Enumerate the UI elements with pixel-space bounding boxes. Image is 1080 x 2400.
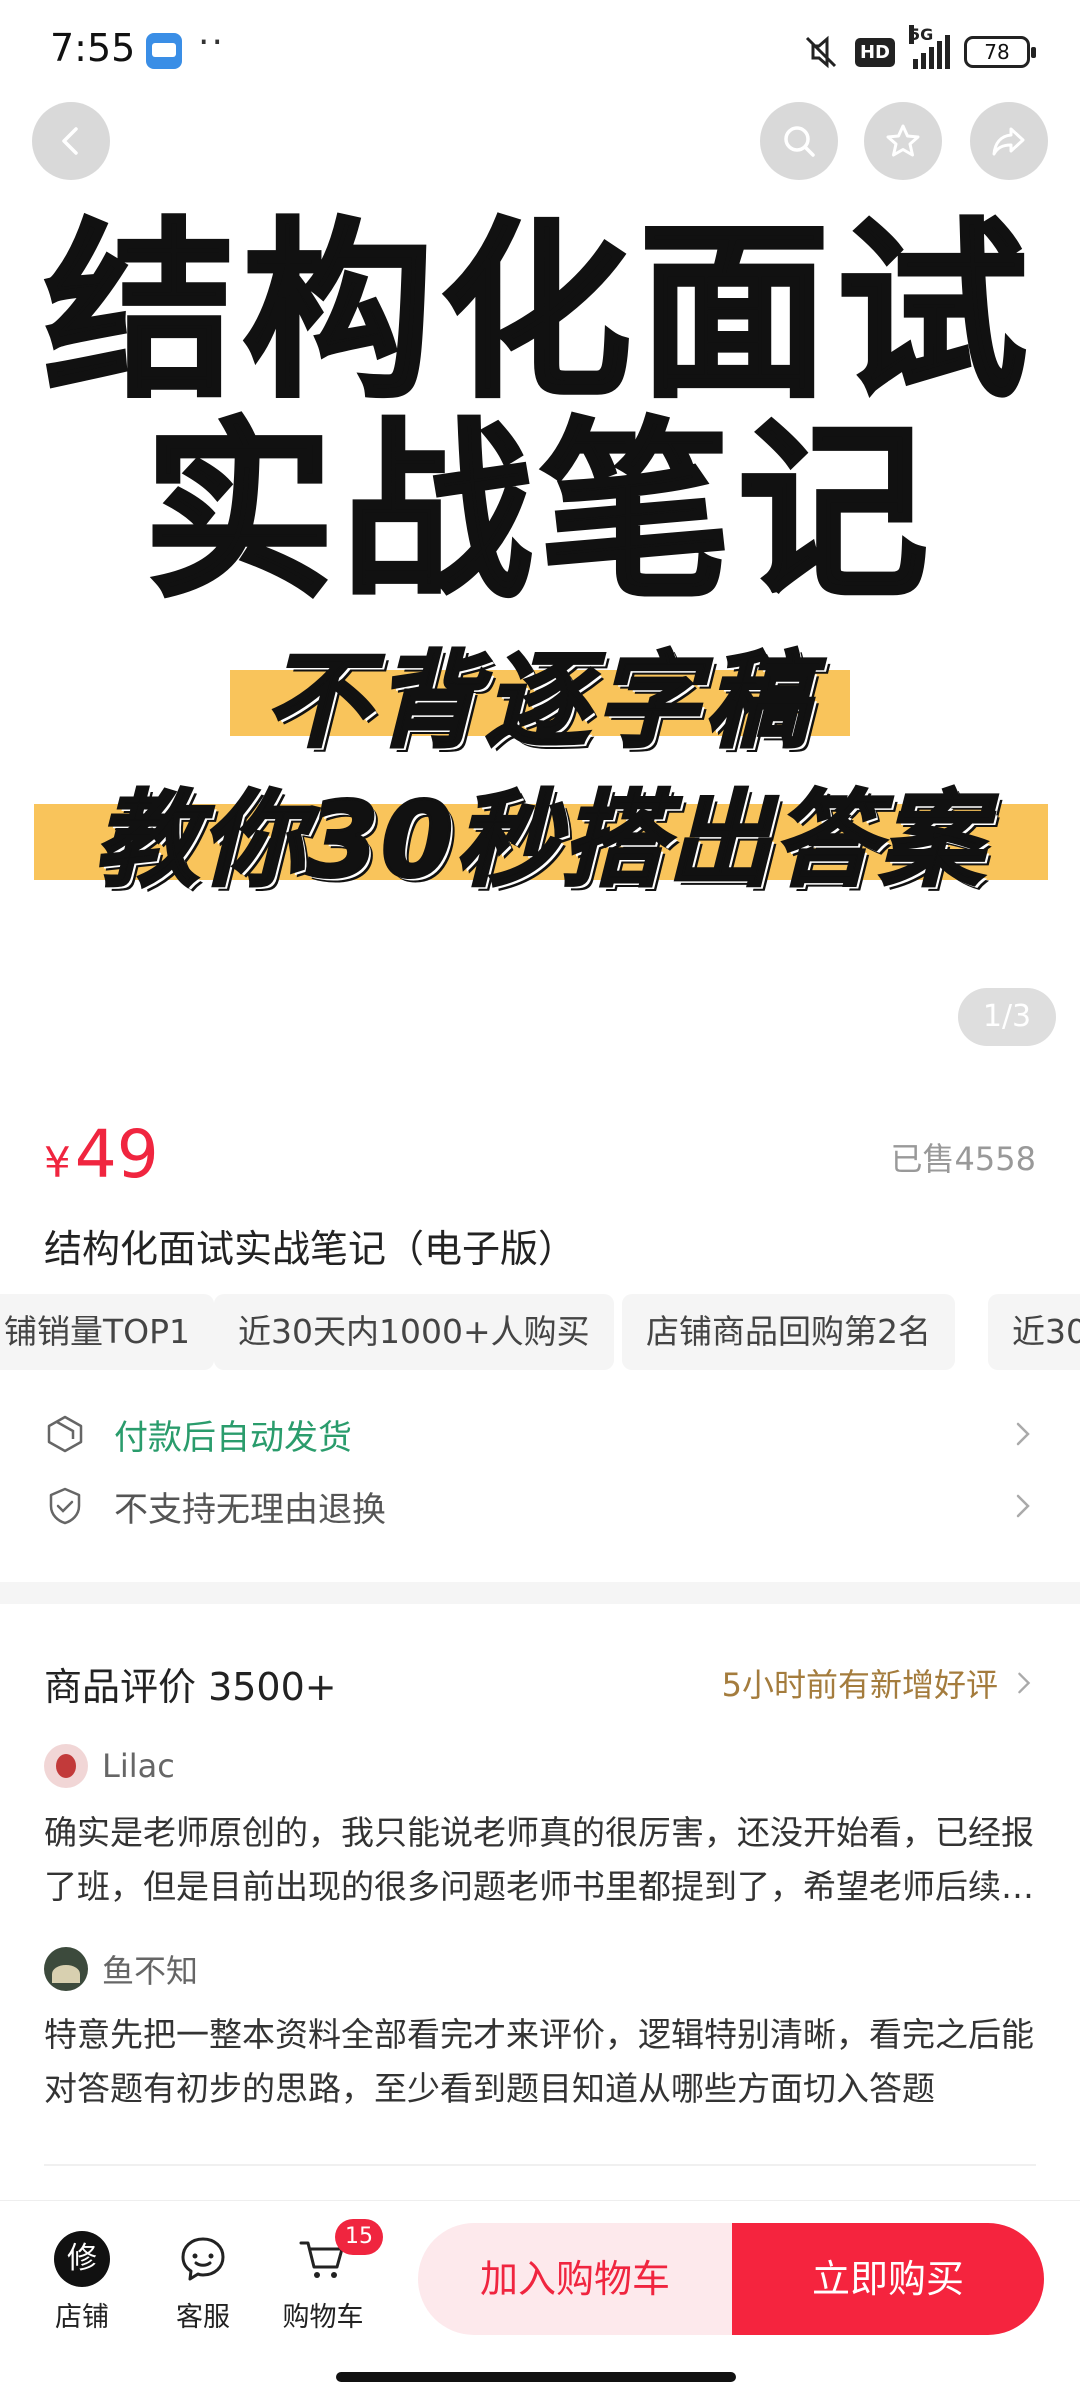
product-image-carousel[interactable]: 结构化面试 实战笔记 不背逐字稿 教你30秒搭出答案 1/3 [0,100,1080,1060]
notification-app-icon [146,33,182,69]
shop-logo-icon: 修 [54,2231,110,2287]
shop-button[interactable]: 修 店铺 [27,2231,137,2334]
hero-subtitle-line1: 不背逐字稿 [263,639,815,764]
chevron-left-icon [62,127,78,155]
mute-icon [801,32,841,72]
add-to-cart-button[interactable]: 加入购物车 [418,2223,732,2335]
back-button[interactable] [32,102,110,180]
network-type: 5G [909,25,934,44]
cart-badge: 15 [335,2219,383,2255]
tag-item[interactable]: 近30 [988,1294,1080,1370]
shield-check-icon [49,1487,81,1525]
status-indicators: HD 5G 78 [801,25,1036,74]
reviews-new-notice: 5小时前有新增好评 [721,1666,998,1704]
avatar [44,1947,88,1991]
chat-icon [181,2237,225,2281]
status-time: 7:55 [50,26,136,70]
search-button[interactable] [760,102,838,180]
share-icon [992,127,1025,156]
signal-icon: 5G [909,25,950,69]
review-separator [44,2164,1036,2166]
star-icon [886,124,920,157]
price: ¥ 49 [44,1116,159,1193]
service-label: 客服 [176,2302,230,2333]
review-text[interactable]: 确实是老师原创的，我只能说老师真的很厉害，还没开始看，已经报了班，但是目前出现的… [44,1806,1036,1914]
buy-now-button[interactable]: 立即购买 [732,2223,1044,2335]
service-auto-delivery[interactable]: 付款后自动发货 [44,1404,1036,1464]
sold-count: 已售4558 [890,1140,1036,1178]
chevron-right-icon [1016,1422,1030,1446]
cart-label: 购物车 [282,2302,364,2333]
service-no-return[interactable]: 不支持无理由退换 [44,1476,1036,1536]
chevron-right-icon [1016,1494,1030,1518]
favorite-button[interactable] [864,102,942,180]
review-username: Lilac [102,1747,175,1785]
battery-icon: 78 [964,36,1036,68]
tag-item[interactable]: 近30天内1000+人购买 [214,1294,614,1370]
cart-button[interactable]: 15 购物车 [268,2219,383,2334]
search-icon [784,126,815,157]
service-label: 不支持无理由退换 [114,1489,386,1530]
hero-subtitle-line2: 教你30秒搭出答案 [93,778,986,903]
box-icon [47,1415,83,1453]
section-divider [0,1582,1080,1604]
tag-row[interactable]: 铺销量TOP1 近30天内1000+人购买 店铺商品回购第2名 近30 [0,1294,1080,1370]
share-button[interactable] [970,102,1048,180]
product-title: 结构化面试实战笔记（电子版） [44,1227,577,1271]
shop-label: 店铺 [55,2302,109,2333]
chevron-right-icon [1018,1672,1031,1694]
reviews-new-link[interactable]: 5小时前有新增好评 [722,1660,1036,1706]
review-text[interactable]: 特意先把一整本资料全部看完才来评价，逻辑特别清晰，看完之后能对答题有初步的思路，… [44,2008,1036,2116]
review-user: 鱼不知 [44,1946,198,1992]
service-label: 付款后自动发货 [114,1417,352,1458]
bottom-action-bar: 修 店铺 客服 15 购物车 加入购物车 立即购买 [0,2200,1080,2340]
tag-item[interactable]: 店铺商品回购第2名 [622,1294,955,1370]
review-username: 鱼不知 [102,1952,199,1990]
reviews-header: 商品评价 3500+ [44,1665,337,1709]
hd-icon: HD [854,37,895,67]
status-bar: 7:55 ·· HD 5G 78 [0,0,1080,100]
customer-service-button[interactable]: 客服 [148,2231,258,2334]
review-user: Lilac [44,1744,175,1788]
currency-symbol: ¥ [44,1138,71,1187]
avatar [44,1744,88,1788]
status-more-dots: ·· [198,22,225,63]
hero-title-line2: 实战笔记 [142,400,936,625]
image-page-indicator: 1/3 [958,988,1056,1046]
home-indicator[interactable] [336,2372,736,2382]
price-value: 49 [74,1116,159,1193]
tag-item[interactable]: 铺销量TOP1 [0,1294,215,1370]
